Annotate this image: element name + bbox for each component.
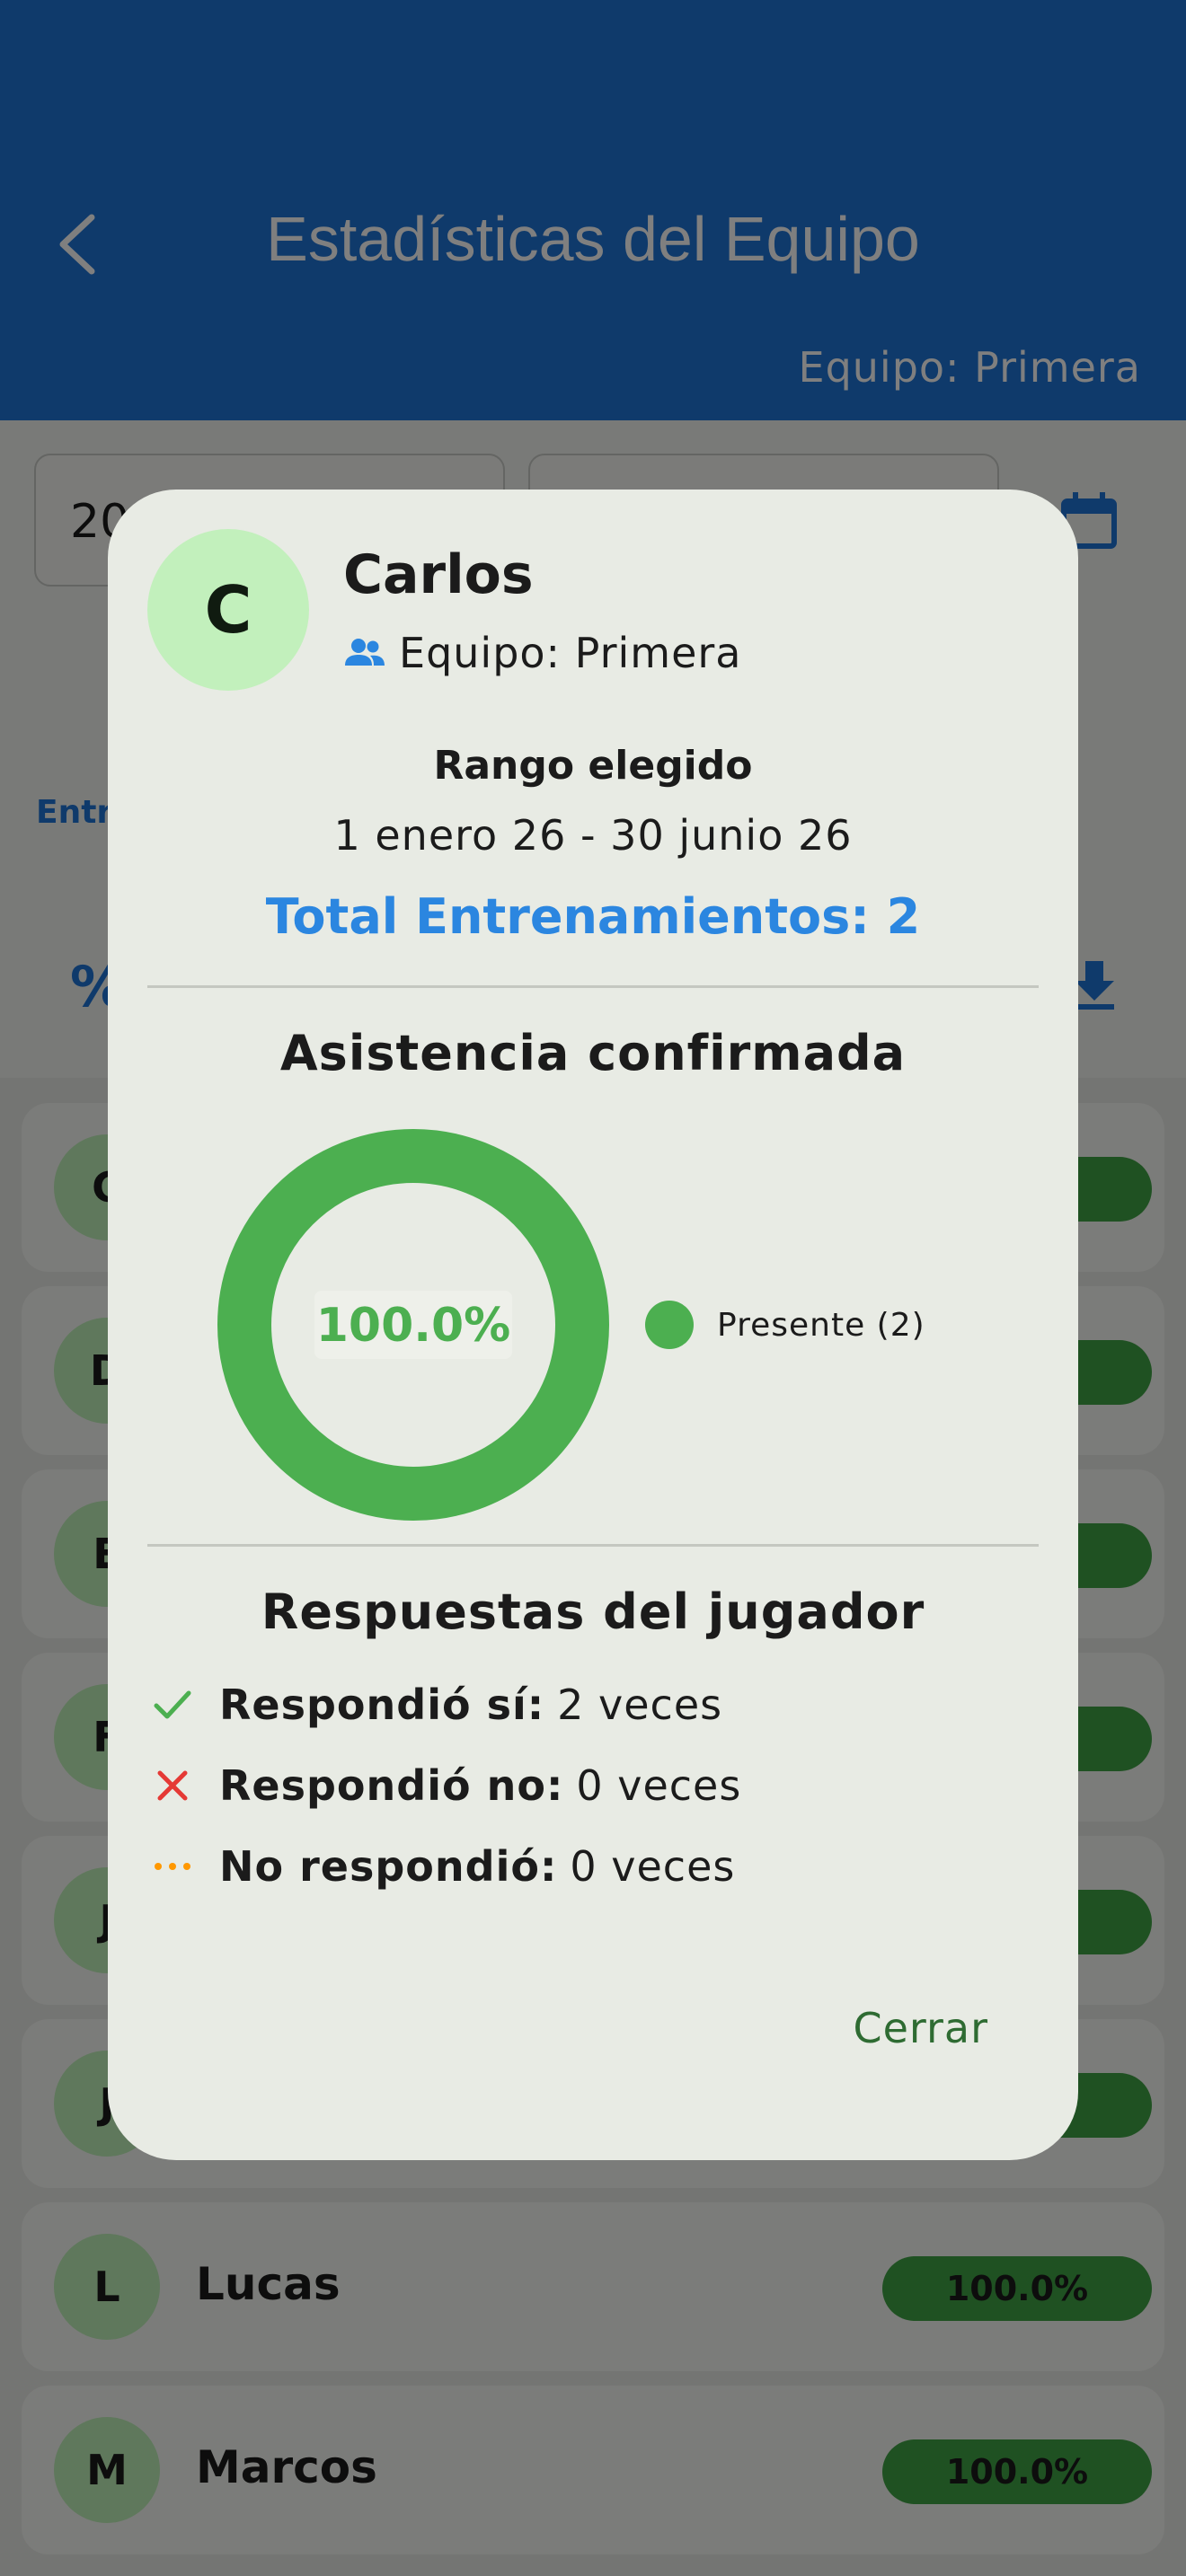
chart-legend: Presente (2): [645, 1300, 925, 1350]
legend-present-dot: [645, 1301, 694, 1349]
response-none-row: No respondió: 0 veces: [149, 1835, 735, 1898]
check-icon: [149, 1681, 196, 1728]
total-trainings: Total Entrenamientos: 2: [265, 888, 921, 945]
player-name-heading: Carlos: [343, 543, 534, 606]
close-icon: [149, 1762, 196, 1809]
response-no-row: Respondió no: 0 veces: [149, 1754, 741, 1817]
response-no-value: 0 veces: [576, 1761, 742, 1810]
group-icon: [345, 639, 385, 666]
response-none-value: 0 veces: [570, 1842, 736, 1891]
legend-present-label: Presente (2): [717, 1306, 925, 1344]
divider: [147, 1544, 1039, 1547]
range-value: 1 enero 26 - 30 junio 26: [333, 811, 853, 860]
more-horiz-icon: [149, 1843, 196, 1890]
response-no-label: Respondió no:: [219, 1761, 564, 1810]
player-avatar: C: [147, 529, 309, 691]
team-info: Equipo: Primera: [343, 626, 742, 680]
range-label: Rango elegido: [433, 743, 753, 789]
attendance-donut-chart: 100.0%: [217, 1129, 609, 1521]
responses-title: Respuestas del jugador: [261, 1584, 925, 1640]
team-label: Equipo: Primera: [399, 629, 742, 677]
player-stats-dialog: C Carlos Equipo: Primera Rango elegido 1…: [108, 490, 1078, 2160]
response-yes-row: Respondió sí: 2 veces: [149, 1673, 722, 1736]
attendance-title: Asistencia confirmada: [279, 1025, 907, 1081]
response-yes-value: 2 veces: [557, 1681, 723, 1729]
response-none-label: No respondió:: [219, 1842, 558, 1891]
close-button[interactable]: Cerrar: [853, 2004, 988, 2052]
response-yes-label: Respondió sí:: [219, 1681, 545, 1729]
divider: [147, 985, 1039, 988]
donut-center-label: 100.0%: [316, 1299, 511, 1353]
